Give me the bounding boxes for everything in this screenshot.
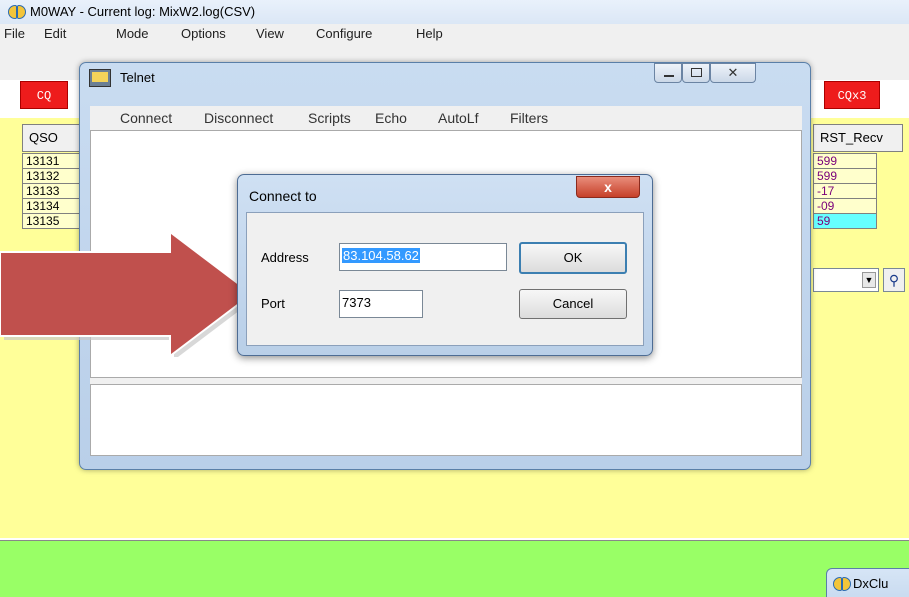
telnet-menu-autolf[interactable]: AutoLf <box>438 110 478 126</box>
close-icon[interactable]: ✕ <box>710 63 756 83</box>
cqx3-button[interactable]: CQx3 <box>824 81 880 109</box>
cancel-button[interactable]: Cancel <box>519 289 627 319</box>
dxcluster-window[interactable]: DxClu <box>826 568 909 597</box>
telnet-menu-connect[interactable]: Connect <box>120 110 172 126</box>
grid-cell-qso[interactable]: 13134 <box>22 198 82 214</box>
telnet-app-icon <box>89 69 111 87</box>
minimize-icon[interactable] <box>654 63 682 83</box>
status-panel <box>0 540 909 597</box>
menu-configure[interactable]: Configure <box>316 26 372 41</box>
telnet-input-area[interactable] <box>90 384 802 456</box>
dialog-body: Address 83.104.58.62 Port 7373 OK Cancel <box>246 212 644 346</box>
main-menu-bar: File Edit Mode Options View Configure He… <box>0 24 909 44</box>
dxcluster-title: DxClu <box>853 576 889 591</box>
address-value: 83.104.58.62 <box>342 248 420 263</box>
cq-button[interactable]: CQ <box>20 81 68 109</box>
grid-cell-qso[interactable]: 13135 <box>22 213 82 229</box>
maximize-icon[interactable] <box>682 63 710 83</box>
filter-combo[interactable]: ▼ <box>813 268 879 292</box>
chevron-down-icon[interactable]: ▼ <box>862 272 876 288</box>
connect-dialog: Connect to x Address 83.104.58.62 Port 7… <box>237 174 653 356</box>
grid-cell-qso[interactable]: 13133 <box>22 183 82 199</box>
port-label: Port <box>261 296 285 311</box>
grid-cell-qso[interactable]: 13131 <box>22 153 82 169</box>
telnet-menu-disconnect[interactable]: Disconnect <box>204 110 273 126</box>
grid-cell-rst[interactable]: 599 <box>813 153 877 169</box>
search-icon[interactable]: ⚲ <box>883 268 905 292</box>
telnet-window-title: Telnet <box>120 70 155 85</box>
telnet-menu-bar: Connect Disconnect Scripts Echo AutoLf F… <box>90 106 802 130</box>
pointer-arrow <box>0 232 256 357</box>
menu-view[interactable]: View <box>256 26 284 41</box>
menu-help[interactable]: Help <box>416 26 443 41</box>
menu-mode[interactable]: Mode <box>116 26 149 41</box>
address-label: Address <box>261 250 309 265</box>
main-titlebar: M0WAY - Current log: MixW2.log(CSV) <box>0 0 909 24</box>
butterfly-icon <box>8 5 26 19</box>
telnet-menu-scripts[interactable]: Scripts <box>308 110 351 126</box>
grid-cell-rst[interactable]: 59 <box>813 213 877 229</box>
menu-file[interactable]: File <box>4 26 25 41</box>
grid-header-qso[interactable]: QSO <box>22 124 82 152</box>
grid-cell-rst[interactable]: 599 <box>813 168 877 184</box>
menu-options[interactable]: Options <box>181 26 226 41</box>
telnet-menu-echo[interactable]: Echo <box>375 110 407 126</box>
close-icon[interactable]: x <box>576 176 640 198</box>
grid-cell-rst[interactable]: -17 <box>813 183 877 199</box>
dialog-title: Connect to <box>249 188 317 204</box>
menu-edit[interactable]: Edit <box>44 26 66 41</box>
main-window-title: M0WAY - Current log: MixW2.log(CSV) <box>30 4 256 19</box>
telnet-menu-filters[interactable]: Filters <box>510 110 548 126</box>
butterfly-icon <box>833 577 851 591</box>
port-input[interactable]: 7373 <box>339 290 423 318</box>
grid-cell-rst[interactable]: -09 <box>813 198 877 214</box>
grid-header-rst-recv[interactable]: RST_Recv <box>813 124 903 152</box>
ok-button[interactable]: OK <box>519 242 627 274</box>
grid-cell-qso[interactable]: 13132 <box>22 168 82 184</box>
address-input[interactable]: 83.104.58.62 <box>339 243 507 271</box>
